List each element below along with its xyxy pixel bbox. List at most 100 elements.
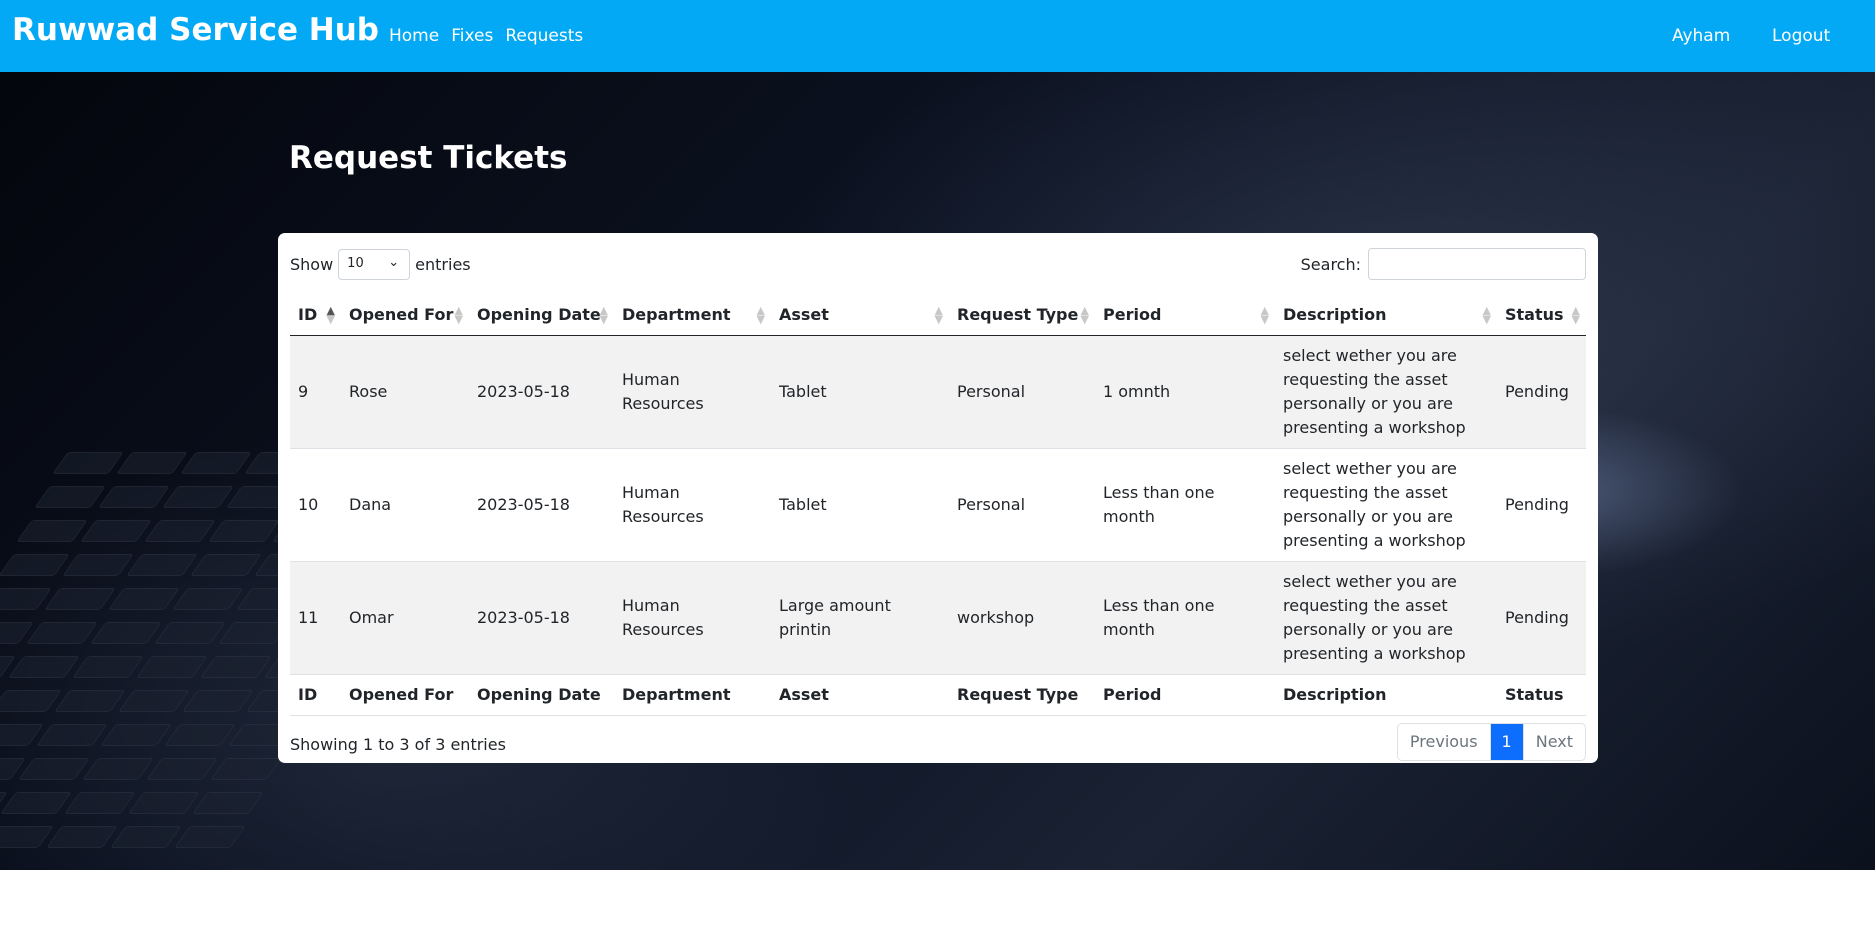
keyboard-key-decoration bbox=[174, 826, 246, 848]
keyboard-key-decoration bbox=[80, 520, 152, 542]
keyboard-key-decoration bbox=[52, 452, 124, 474]
column-header-opened-for[interactable]: Opened For ▲ ▼ bbox=[341, 295, 469, 336]
keyboard-key-decoration bbox=[16, 520, 88, 542]
column-header-asset[interactable]: Asset ▲ ▼ bbox=[771, 295, 949, 336]
keyboard-key-decoration bbox=[200, 656, 272, 678]
keyboard-key-decoration bbox=[162, 486, 234, 508]
cell-opened-for: Omar bbox=[349, 607, 394, 627]
column-header-label: Status bbox=[1505, 305, 1564, 325]
cell-description: select wether you are requesting the ass… bbox=[1283, 458, 1466, 550]
search-input[interactable] bbox=[1368, 248, 1586, 280]
keyboard-key-decoration bbox=[172, 588, 244, 610]
column-header-opening-date[interactable]: Opening Date ▲ ▼ bbox=[469, 295, 614, 336]
cell-period: Less than one month bbox=[1103, 482, 1215, 526]
keyboard-key-decoration bbox=[26, 622, 98, 644]
show-label: Show bbox=[290, 255, 334, 274]
column-header-label: Description bbox=[1283, 305, 1387, 325]
entries-select[interactable]: 10 ⌄ bbox=[338, 249, 411, 280]
entries-label: entries bbox=[415, 255, 471, 274]
column-header-request-type[interactable]: Request Type ▲ ▼ bbox=[949, 295, 1095, 336]
column-header-id[interactable]: ID ▲ ▼ bbox=[290, 295, 341, 336]
table-row[interactable]: 10 Dana 2023-05-18 Human Resources Tablet Per… bbox=[290, 448, 1586, 561]
table-header-row: ID ▲ ▼ Opened For ▲ ▼ Opening Date ▲ ▼ Department… bbox=[290, 295, 1586, 336]
column-footer-opened-for: Opened For bbox=[341, 673, 469, 716]
keyboard-key-decoration bbox=[0, 792, 72, 814]
keyboard-key-decoration bbox=[146, 758, 218, 780]
column-header-label: Opened For bbox=[349, 305, 454, 325]
keyboard-key-decoration bbox=[72, 656, 144, 678]
sort-icon: ▲ ▼ bbox=[1571, 304, 1580, 326]
cell-department: Human Resources bbox=[622, 369, 704, 413]
keyboard-key-decoration bbox=[98, 486, 170, 508]
keyboard-key-decoration bbox=[136, 656, 208, 678]
keyboard-key-decoration bbox=[110, 826, 182, 848]
keyboard-key-decoration bbox=[118, 690, 190, 712]
cell-opening-date: 2023-05-18 bbox=[477, 494, 570, 514]
sort-icon: ▲ ▼ bbox=[1080, 304, 1089, 326]
cell-id: 10 bbox=[298, 494, 319, 514]
keyboard-key-decoration bbox=[180, 452, 252, 474]
entries-length-control: Show 10 ⌄ entries bbox=[290, 249, 471, 280]
cell-opened-for: Dana bbox=[349, 494, 392, 514]
column-footer-id: ID bbox=[290, 673, 341, 716]
keyboard-key-decoration bbox=[182, 690, 254, 712]
cell-department: Human Resources bbox=[622, 595, 704, 639]
sort-icon: ▲ ▼ bbox=[454, 304, 463, 326]
previous-page-button[interactable]: Previous bbox=[1398, 724, 1491, 760]
column-header-label: Opening Date bbox=[477, 305, 601, 325]
table-footer-row: ID Opened For Opening Date Department Asset R… bbox=[290, 673, 1586, 716]
cell-department: Human Resources bbox=[622, 482, 704, 526]
page-1-button[interactable]: 1 bbox=[1490, 724, 1523, 760]
cell-asset: Tablet bbox=[779, 494, 827, 514]
nav-link-requests[interactable]: Requests bbox=[505, 26, 583, 46]
column-header-status[interactable]: Status ▲ ▼ bbox=[1497, 295, 1586, 336]
table-row[interactable]: 11 Omar 2023-05-18 Human Resources Large amo… bbox=[290, 561, 1586, 674]
page-bottom bbox=[0, 870, 1875, 941]
keyboard-key-decoration bbox=[64, 792, 136, 814]
column-header-label: Period bbox=[1103, 305, 1162, 325]
column-header-label: ID bbox=[298, 305, 318, 325]
next-page-button[interactable]: Next bbox=[1522, 724, 1585, 760]
keyboard-key-decoration bbox=[192, 792, 264, 814]
cell-status: Pending bbox=[1505, 494, 1569, 514]
logout-link[interactable]: Logout bbox=[1772, 26, 1830, 46]
keyboard-key-decoration bbox=[82, 758, 154, 780]
keyboard-key-decoration bbox=[0, 588, 52, 610]
keyboard-key-decoration bbox=[144, 520, 216, 542]
keyboard-key-decoration bbox=[108, 588, 180, 610]
nav-link-fixes[interactable]: Fixes bbox=[451, 26, 493, 46]
chevron-down-icon: ⌄ bbox=[388, 255, 400, 270]
keyboard-key-decoration bbox=[44, 588, 116, 610]
table-row[interactable]: 9 Rose 2023-05-18 Human Resources Tablet Pers… bbox=[290, 335, 1586, 448]
cell-request-type: workshop bbox=[957, 607, 1035, 627]
keyboard-key-decoration bbox=[154, 622, 226, 644]
column-header-description[interactable]: Description ▲ ▼ bbox=[1275, 295, 1497, 336]
search-label: Search: bbox=[1300, 254, 1361, 274]
cell-asset: Tablet bbox=[779, 381, 827, 401]
column-footer-asset: Asset bbox=[771, 673, 949, 716]
keyboard-key-decoration bbox=[18, 758, 90, 780]
keyboard-key-decoration bbox=[210, 758, 282, 780]
keyboard-key-decoration bbox=[0, 554, 70, 576]
cell-period: 1 omnth bbox=[1103, 381, 1171, 401]
column-footer-period: Period bbox=[1095, 673, 1275, 716]
tickets-table: ID ▲ ▼ Opened For ▲ ▼ Opening Date ▲ ▼ Department… bbox=[290, 295, 1586, 716]
cell-opened-for: Rose bbox=[349, 381, 388, 401]
entries-select-value: 10 bbox=[347, 256, 364, 271]
cell-status: Pending bbox=[1505, 381, 1569, 401]
keyboard-key-decoration bbox=[100, 724, 172, 746]
page-title: Request Tickets bbox=[289, 140, 568, 176]
column-footer-description: Description bbox=[1275, 673, 1497, 716]
sort-icon: ▲ ▼ bbox=[326, 304, 335, 326]
nav-link-home[interactable]: Home bbox=[389, 26, 439, 46]
keyboard-key-decoration bbox=[126, 554, 198, 576]
column-header-department[interactable]: Department ▲ ▼ bbox=[614, 295, 771, 336]
cell-request-type: Personal bbox=[957, 494, 1026, 514]
nav-user-link[interactable]: Ayham bbox=[1672, 26, 1730, 46]
keyboard-key-decoration bbox=[116, 452, 188, 474]
brand-title[interactable]: Ruwwad Service Hub bbox=[12, 12, 379, 48]
cell-opening-date: 2023-05-18 bbox=[477, 607, 570, 627]
keyboard-key-decoration bbox=[8, 656, 80, 678]
column-header-period[interactable]: Period ▲ ▼ bbox=[1095, 295, 1275, 336]
cell-description: select wether you are requesting the ass… bbox=[1283, 571, 1466, 663]
